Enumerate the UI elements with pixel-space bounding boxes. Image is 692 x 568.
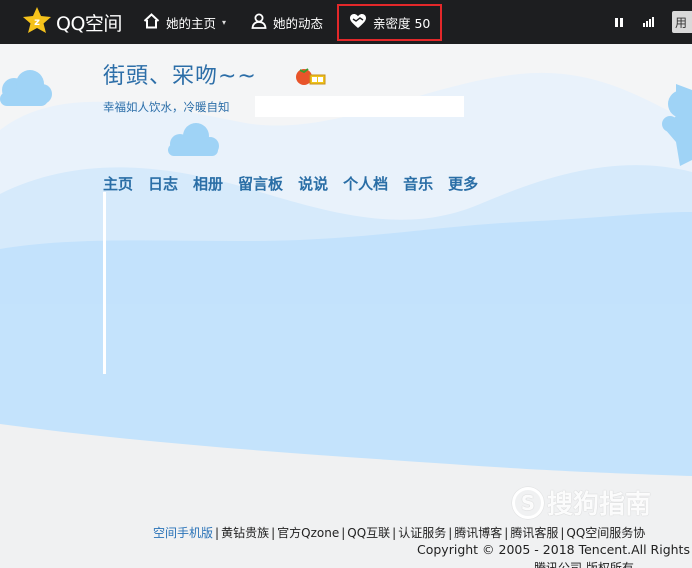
footer-copyright: Copyright © 2005 - 2018 Tencent.All Righ…: [417, 542, 690, 557]
watermark-text: 搜狗指南: [547, 490, 652, 520]
nav-her-homepage-label: 她的主页: [166, 15, 217, 31]
dropdown-caret-icon[interactable]: ▾: [222, 18, 226, 27]
logo-text: QQ空间: [56, 12, 122, 35]
intimacy-label: 亲密度 50: [373, 16, 431, 31]
footer-links: 空间手机版 | 黄钻贵族 | 官方Qzone | QQ互联 | 认证服务 | 腾讯博客 | 腾讯客服 | Q…: [153, 526, 646, 540]
qq-star-icon: z: [22, 6, 52, 38]
sogou-guide-watermark: S 搜狗指南: [512, 484, 651, 521]
footer-link-blog[interactable]: 腾讯博客: [454, 526, 502, 540]
person-icon: [251, 13, 267, 32]
footer-link-vip[interactable]: 黄钻贵族: [221, 526, 269, 540]
space-title: 街頭、冞吻~~: [103, 64, 257, 89]
nav-her-feed-label: 她的动态: [273, 15, 324, 31]
tab-music[interactable]: 音乐: [403, 173, 433, 194]
top-navigation-bar: z QQ空间 她的主页 ▾ 她的动态 亲密度 50 用: [0, 0, 692, 44]
footer-link-connect[interactable]: QQ互联: [347, 526, 390, 540]
heart-icon: [349, 13, 367, 32]
watermark-logo-icon: S: [512, 486, 544, 519]
footer-link-official[interactable]: 官方Qzone: [277, 526, 339, 540]
tab-message-board[interactable]: 留言板: [238, 173, 283, 194]
nav-her-homepage[interactable]: 她的主页 ▾: [143, 0, 226, 44]
nav-intimacy[interactable]: 亲密度 50: [337, 4, 442, 41]
content-divider: [103, 192, 106, 374]
home-icon: [143, 12, 160, 32]
topbar-right-tools: 用: [615, 0, 692, 44]
tab-home[interactable]: 主页: [103, 173, 133, 194]
footer-link-support[interactable]: 腾讯客服: [510, 526, 558, 540]
signal-icon[interactable]: [643, 17, 654, 27]
tab-profile[interactable]: 个人档: [343, 173, 388, 194]
tab-album[interactable]: 相册: [193, 173, 223, 194]
user-menu-button[interactable]: 用: [672, 11, 692, 33]
footer-link-certification[interactable]: 认证服务: [398, 526, 446, 540]
space-main-nav: 主页 日志 相册 留言板 说说 个人档 音乐 更多: [103, 173, 478, 194]
nav-her-feed[interactable]: 她的动态: [251, 0, 323, 44]
qzone-logo[interactable]: z QQ空间: [22, 6, 122, 38]
tab-moments[interactable]: 说说: [298, 173, 328, 194]
tab-blog[interactable]: 日志: [148, 173, 178, 194]
footer-link-mobile[interactable]: 空间手机版: [153, 526, 213, 540]
space-subtitle: 幸福如人饮水，冷暖自知: [103, 100, 230, 114]
tomato-icon[interactable]: [294, 66, 326, 90]
subtitle-blank-panel: [255, 96, 464, 117]
tab-more[interactable]: 更多: [448, 173, 478, 194]
svg-text:z: z: [34, 17, 40, 28]
footer-company: 腾讯公司 版权所有: [534, 561, 634, 568]
footer-link-agreement[interactable]: QQ空间服务协: [566, 526, 645, 540]
pause-icon[interactable]: [615, 17, 623, 27]
